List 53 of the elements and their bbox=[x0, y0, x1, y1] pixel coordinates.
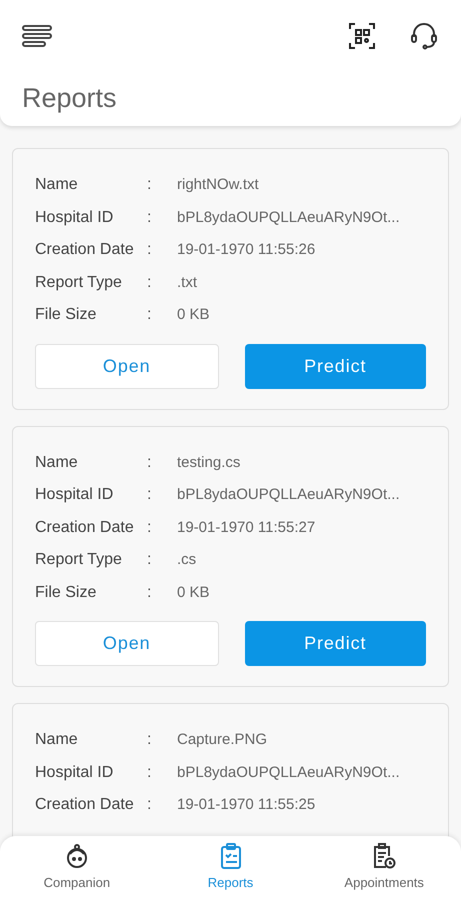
field-separator: : bbox=[147, 272, 152, 293]
open-button[interactable]: Open bbox=[35, 344, 218, 388]
field-value: testing.cs bbox=[177, 452, 240, 472]
field-value: bPL8ydaOUPQLLAeuARyN9Ot... bbox=[177, 485, 400, 505]
field-separator: : bbox=[147, 550, 152, 570]
field-label: Report Type bbox=[35, 272, 123, 293]
clipboard-icon bbox=[220, 843, 242, 870]
face-icon bbox=[64, 843, 89, 870]
field-label: Creation Date bbox=[35, 518, 135, 538]
field-separator: : bbox=[147, 582, 152, 603]
nav-tab[interactable]: Companion bbox=[0, 836, 154, 900]
field-separator: : bbox=[147, 240, 152, 260]
page-title: Reports bbox=[22, 82, 118, 115]
field-value: rightNOw.txt bbox=[177, 175, 259, 195]
field-value: 19-01-1970 11:55:26 bbox=[177, 240, 316, 260]
field-value: 19-01-1970 11:55:25 bbox=[177, 795, 316, 815]
field-separator: : bbox=[147, 795, 152, 816]
nav-tab[interactable]: Reports bbox=[154, 836, 308, 900]
headset-icon[interactable] bbox=[411, 22, 437, 50]
nav-tab[interactable]: Appointments bbox=[307, 836, 461, 900]
field-label: Creation Date bbox=[35, 795, 135, 816]
field-separator: : bbox=[147, 208, 152, 228]
open-button[interactable]: Open bbox=[35, 621, 218, 666]
field-value: Capture.PNG bbox=[177, 730, 268, 750]
field-separator: : bbox=[147, 485, 152, 506]
field-label: Name bbox=[35, 175, 79, 196]
field-value: .cs bbox=[177, 550, 196, 570]
document-clock-icon bbox=[372, 843, 396, 870]
field-value: bPL8ydaOUPQLLAeuARyN9Ot... bbox=[177, 208, 400, 228]
field-label: Name bbox=[35, 730, 79, 750]
field-separator: : bbox=[147, 518, 152, 538]
field-value: .txt bbox=[177, 272, 198, 292]
field-separator: : bbox=[147, 762, 152, 783]
field-label: File Size bbox=[35, 305, 98, 326]
field-value: 0 KB bbox=[177, 305, 210, 325]
field-label: Hospital ID bbox=[35, 762, 114, 783]
field-separator: : bbox=[147, 730, 152, 750]
field-label: Report Type bbox=[35, 550, 123, 570]
menu-icon[interactable] bbox=[22, 24, 52, 48]
field-value: 0 KB bbox=[177, 582, 210, 602]
predict-button[interactable]: Predict bbox=[244, 621, 426, 666]
field-label: Hospital ID bbox=[35, 485, 114, 506]
field-value: bPL8ydaOUPQLLAeuARyN9Ot... bbox=[177, 762, 400, 782]
field-separator: : bbox=[147, 175, 152, 196]
predict-button[interactable]: Predict bbox=[244, 344, 426, 388]
field-separator: : bbox=[147, 305, 152, 326]
field-label: Hospital ID bbox=[35, 208, 114, 228]
field-label: Creation Date bbox=[35, 240, 135, 260]
qr-scan-icon[interactable] bbox=[349, 23, 375, 49]
field-label: Name bbox=[35, 452, 79, 473]
field-separator: : bbox=[147, 452, 152, 473]
field-value: 19-01-1970 11:55:27 bbox=[177, 518, 316, 538]
field-label: File Size bbox=[35, 582, 98, 603]
